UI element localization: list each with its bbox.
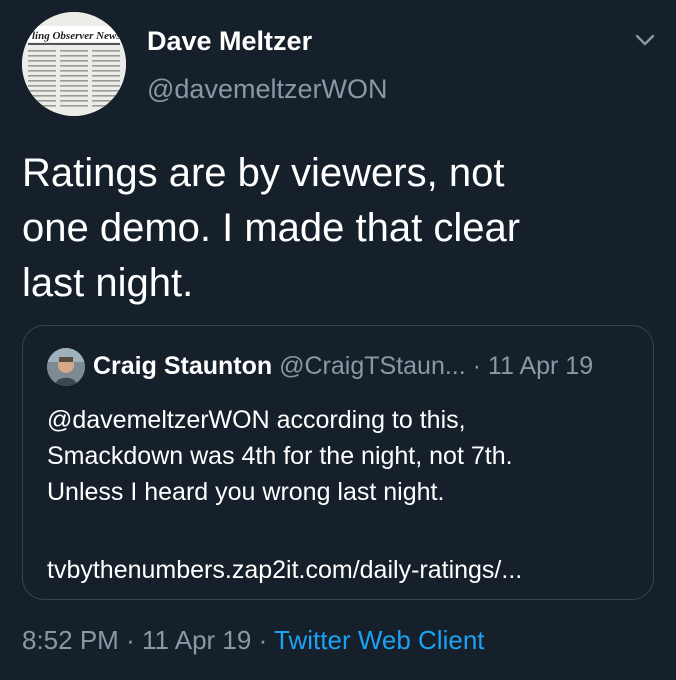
quoted-tweet-text: @davemeltzerWON according to this, Smack… <box>47 406 513 506</box>
newsletter-avatar-image: ling Observer News <box>22 12 126 116</box>
author-display-name[interactable]: Dave Meltzer <box>147 26 312 57</box>
quoted-separator: · <box>472 352 481 380</box>
quoted-link[interactable]: tvbythenumbers.zap2it.com/daily-ratings/… <box>47 552 522 588</box>
author-handle[interactable]: @davemeltzerWON <box>147 74 387 105</box>
quoted-tweet[interactable]: Craig Staunton @CraigTStaun... · 11 Apr … <box>22 325 654 600</box>
tweet-date[interactable]: 11 Apr 19 <box>142 625 251 655</box>
quoted-avatar[interactable] <box>47 348 85 386</box>
svg-text:ling Observer News: ling Observer News <box>32 30 121 42</box>
quoted-handle[interactable]: @CraigTStaun... <box>279 352 466 380</box>
meta-separator: · <box>126 625 135 655</box>
tweet-source-link[interactable]: Twitter Web Client <box>274 625 484 655</box>
quoted-date[interactable]: 11 Apr 19 <box>488 352 593 380</box>
quoted-display-name[interactable]: Craig Staunton <box>93 352 272 380</box>
meta-separator: · <box>258 625 268 655</box>
quoted-header: Craig Staunton @CraigTStaun... · 11 Apr … <box>93 350 593 382</box>
tweet-text: Ratings are by viewers, not one demo. I … <box>22 151 521 305</box>
avatar[interactable]: ling Observer News <box>22 12 126 116</box>
chevron-down-icon[interactable] <box>634 32 656 48</box>
tweet-meta: 8:52 PM · 11 Apr 19 · Twitter Web Client <box>22 622 485 658</box>
tweet-time[interactable]: 8:52 PM <box>22 625 119 655</box>
tweet: ling Observer News Dave Meltzer @davemel… <box>0 0 676 680</box>
